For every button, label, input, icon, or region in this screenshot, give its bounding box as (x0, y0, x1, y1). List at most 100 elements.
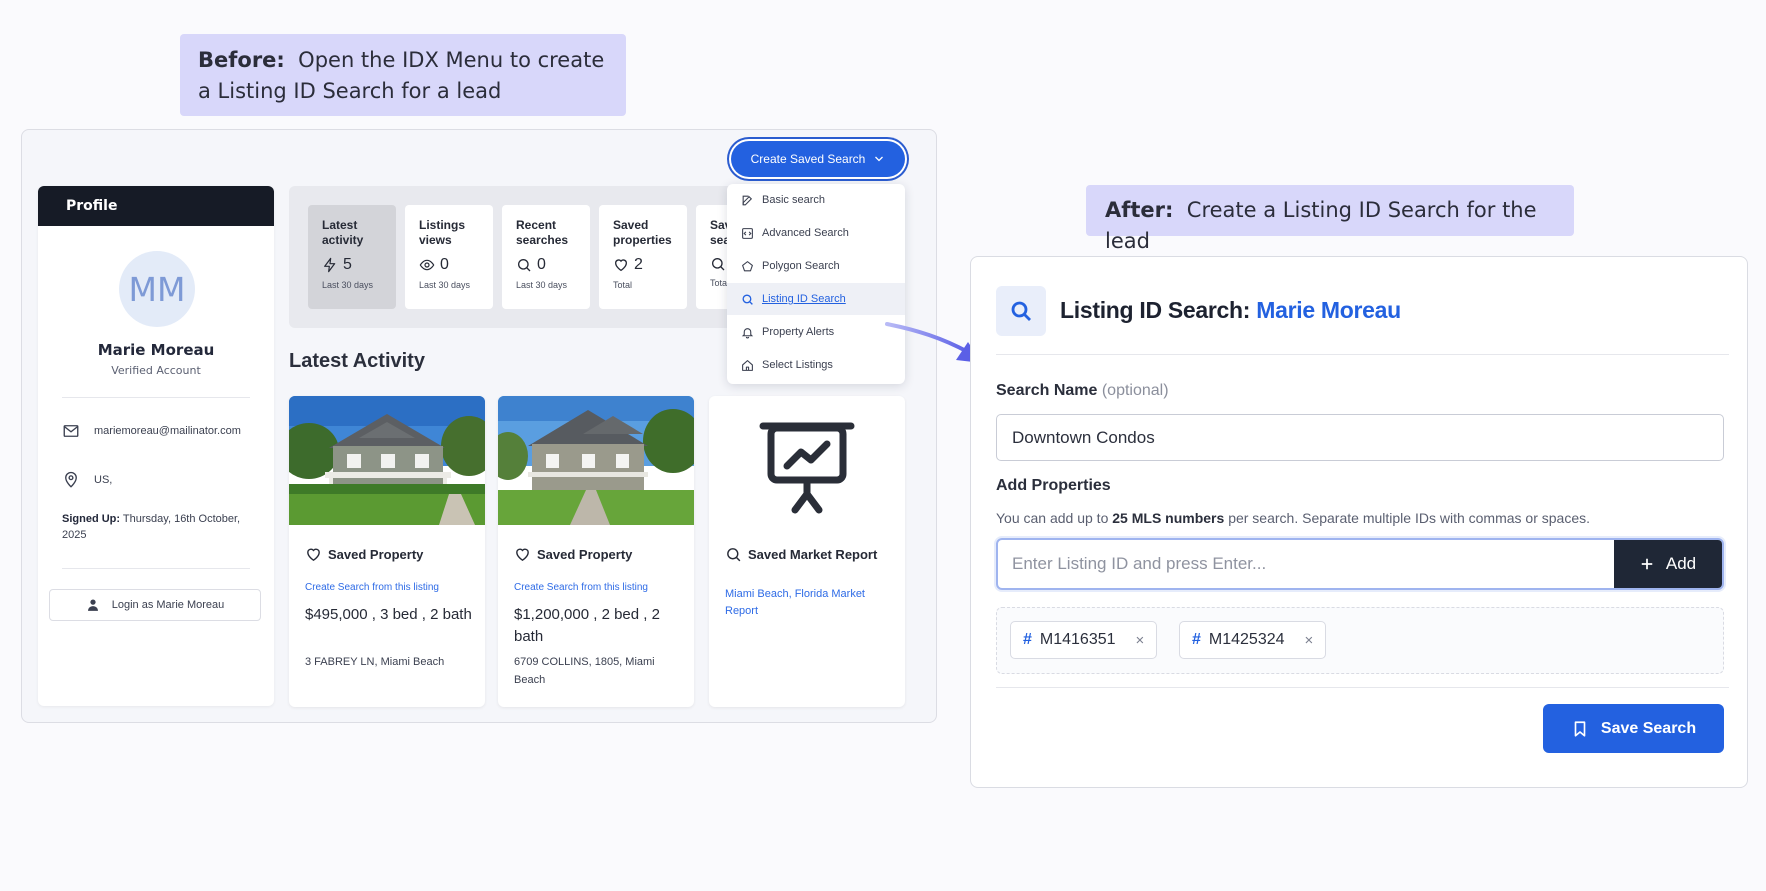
add-button[interactable]: Add (1614, 540, 1722, 588)
search-icon (727, 548, 741, 562)
map-pin-icon (65, 471, 77, 488)
stat-saved-properties[interactable]: Saved properties 2 Total (599, 205, 687, 309)
add-properties-hint: You can add up to 25 MLS numbers per sea… (996, 510, 1590, 526)
search-icon (518, 259, 531, 272)
pentagon-icon (742, 260, 753, 271)
chevron-down-icon (875, 156, 884, 162)
divider (996, 354, 1729, 355)
add-properties-label: Add Properties (996, 477, 1111, 494)
after-callout-label: After: (1105, 198, 1174, 222)
profile-header: Profile (38, 186, 274, 226)
listing-id-chip: # M1416351 × (1010, 621, 1158, 659)
card-type-label: Saved Market Report (748, 547, 878, 562)
card-address: 6709 COLLINS, 1805, Miami Beach (514, 656, 655, 686)
create-search-link[interactable]: Create Search from this listing (514, 582, 648, 593)
plus-icon (1641, 558, 1653, 570)
divider (62, 568, 250, 569)
profile-status: Verified Account (111, 364, 201, 377)
save-search-label: Save Search (1600, 719, 1697, 737)
menu-item-listing-id-search[interactable]: Listing ID Search (727, 283, 905, 315)
hash-icon: # (1192, 631, 1201, 648)
bell-icon (741, 327, 754, 338)
stat-latest-activity[interactable]: Latest activity 5 Last 30 days (308, 205, 396, 309)
panel-title: Listing ID Search: Marie Moreau (1060, 297, 1401, 324)
close-icon[interactable]: × (1305, 632, 1314, 649)
card-price: $1,200,000 , 2 bed , 2 bath (514, 606, 660, 645)
stat-label: Recent searches (516, 218, 569, 247)
add-button-label: Add (1665, 554, 1697, 573)
before-callout: Before: Open the IDX Menu to create a Li… (180, 34, 626, 116)
card-address: 3 FABREY LN, Miami Beach (305, 656, 445, 668)
activity-card[interactable]: Saved Property Create Search from this l… (289, 396, 485, 707)
create-search-link[interactable]: Create Search from this listing (305, 582, 439, 593)
menu-item-property-alerts[interactable]: Property Alerts (727, 316, 905, 348)
house-photo (289, 396, 485, 525)
card-type: Saved Property (305, 546, 423, 563)
search-name-value: Downtown Condos (1012, 427, 1155, 447)
divider (62, 397, 250, 398)
profile-name: Marie Moreau (97, 341, 215, 359)
search-name-input[interactable]: Downtown Condos (996, 414, 1724, 461)
optional-label: (optional) (1101, 382, 1169, 399)
stat-note: Last 30 days (516, 280, 568, 290)
listing-id-search-panel: Listing ID Search: Marie Moreau Search N… (970, 256, 1748, 788)
menu-item-label: Listing ID Search (762, 293, 846, 305)
presentation-chart-icon (759, 422, 855, 514)
bookmark-icon (1574, 720, 1586, 737)
hint-prefix: You can add up to (996, 510, 1109, 526)
after-callout: After: Create a Listing ID Search for th… (1086, 185, 1574, 253)
heart-icon (516, 548, 529, 562)
search-icon (742, 293, 753, 305)
card-type: Saved Market Report (725, 546, 877, 563)
profile-location: US, (94, 474, 113, 486)
before-callout-label: Before: (198, 48, 285, 72)
login-as-label: Login as Marie Moreau (111, 599, 225, 611)
listing-id-chips: # M1416351 × # M1425324 × (996, 607, 1724, 674)
panel-title-prefix: Listing ID Search: (1060, 297, 1251, 323)
listing-id-chip: # M1425324 × (1179, 621, 1327, 659)
menu-item-select-listings[interactable]: Select Listings (727, 349, 905, 381)
stat-value: 0 (537, 256, 546, 273)
menu-item-label: Polygon Search (762, 260, 840, 272)
market-report-link[interactable]: Miami Beach, Florida Market Report (725, 586, 895, 620)
stat-value: 5 (343, 256, 352, 273)
stat-label: Saved properties (613, 218, 672, 247)
divider (996, 687, 1729, 688)
search-name-label-text: Search Name (996, 382, 1098, 399)
listing-id-input[interactable]: Enter Listing ID and press Enter... (998, 540, 1614, 588)
hash-icon: # (1023, 631, 1032, 648)
stat-note: Last 30 days (419, 280, 471, 290)
chip-id: M1416351 (1039, 631, 1116, 648)
menu-item-polygon-search[interactable]: Polygon Search (727, 250, 905, 282)
stat-listing-views[interactable]: Listings views 0 Last 30 days (405, 205, 493, 309)
activity-card[interactable]: Saved Market Report Miami Beach, Florida… (709, 396, 905, 707)
menu-item-label: Select Listings (762, 359, 833, 371)
search-icon (1011, 301, 1031, 321)
create-saved-search-button[interactable]: Create Saved Search (731, 141, 905, 177)
stats-strip: Latest activity 5 Last 30 days Listings … (289, 186, 737, 328)
stat-label: Latest activity (322, 218, 364, 247)
hint-bold: 25 MLS numbers (1112, 510, 1225, 526)
avatar: MM (119, 251, 195, 327)
card-type: Saved Property (514, 546, 632, 563)
profile-signed-up: Signed Up: Thursday, 16th October, 2025 (62, 511, 258, 543)
close-icon[interactable]: × (1136, 632, 1145, 649)
listing-id-input-group: Enter Listing ID and press Enter... Add (996, 538, 1724, 590)
latest-activity-title: Latest Activity (289, 350, 425, 372)
profile-email: mariemoreau@mailinator.com (94, 425, 241, 437)
save-search-button[interactable]: Save Search (1543, 704, 1724, 753)
chip-id: M1425324 (1208, 631, 1285, 648)
home-icon (742, 359, 753, 371)
menu-item-advanced-search[interactable]: Advanced Search (727, 217, 905, 249)
activity-card[interactable]: Saved Property Create Search from this l… (498, 396, 694, 707)
heart-icon (614, 259, 628, 272)
stat-label: Listings views (419, 218, 466, 247)
search-badge (996, 286, 1046, 336)
stat-recent-searches[interactable]: Recent searches 0 Last 30 days (502, 205, 590, 309)
menu-item-label: Basic search (762, 194, 825, 206)
login-as-button[interactable]: Login as Marie Moreau (49, 589, 261, 621)
menu-item-label: Advanced Search (762, 227, 849, 239)
idx-menu: Basic search Advanced Search Polygon Sea… (727, 184, 905, 384)
edit-icon (742, 195, 753, 205)
menu-item-basic-search[interactable]: Basic search (727, 184, 905, 216)
